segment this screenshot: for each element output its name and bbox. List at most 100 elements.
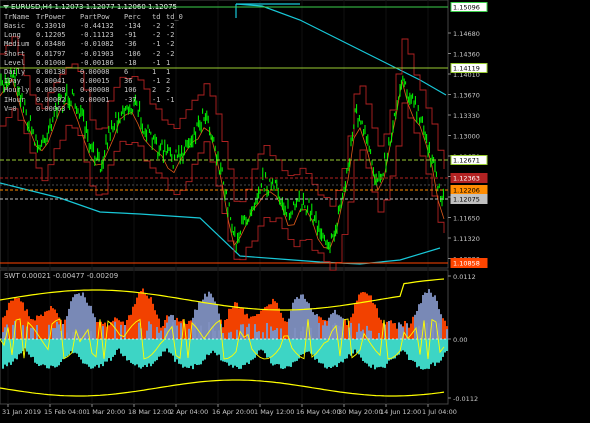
indicator-bar-lower [422,339,424,370]
indicator-bar-lower [320,339,322,364]
channel-line-lower [0,182,441,265]
stats-cell: 0.00015 [80,77,110,86]
stats-cell: 0.01797 [36,49,66,58]
indicator-bar-lower [410,339,412,360]
indicator-bar-lower [388,339,390,361]
stats-cell: 0.00041 [36,77,66,86]
stats-cell: -1 [152,58,161,67]
indicator-bar-slate [198,332,200,339]
indicator-axis[interactable]: 0.0112 0.00 -0.0112 [448,273,478,403]
indicator-tick-label: 0.0112 [453,273,476,281]
indicator-bar-upper [28,316,30,339]
indicator-bar-lower [312,339,314,355]
price-level-label: 1.12075 [453,196,480,204]
indicator-bar-slate [294,327,296,339]
indicator-bar-upper [42,316,44,339]
indicator-bar-lower [60,339,62,362]
indicator-bar-lower [28,339,30,355]
indicator-bar-lower [382,339,384,368]
indicator-bar-lower [66,339,68,357]
indicator-bar-upper [202,299,204,339]
indicator-bar-upper [252,316,254,339]
indicator-bar-lower [434,339,436,366]
price-tick-label: 1.13000 [453,133,480,141]
indicator-bar-slate [102,326,104,339]
stats-cell: -134 [124,22,141,30]
time-axis[interactable]: 31 Jan 2019 15 Feb 04:00 1 Mar 20:00 18 Mar… [2,404,457,416]
indicator-bar-upper [104,322,106,339]
indicator-bar-upper [108,325,110,339]
indicator-bar-lower [152,339,154,364]
indicator-bar-lower [264,339,266,354]
indicator-bar-lower [208,339,210,356]
indicator-bar-upper [290,310,292,339]
indicator-bar-lower [46,339,48,369]
indicator-bar-lower [366,339,368,364]
price-level-label: 1.12671 [453,157,480,165]
stats-cell: -0.01082 [80,40,114,49]
indicator-bar-lower [80,339,82,360]
indicator-bar-slate [180,323,182,339]
indicator-bar-lower [390,339,392,360]
indicator-bar-upper [296,297,298,339]
indicator-bar-lower [254,339,256,358]
indicator-bar-slate [236,329,238,339]
indicator-bar-slate [212,326,214,339]
indicator-bar-upper [380,319,382,339]
indicator-bar-lower [112,339,114,357]
indicator-bar-lower [262,339,264,351]
indicator-bar-upper [298,298,300,339]
indicator-bar-lower [108,339,110,359]
indicator-bar-lower [332,339,334,367]
indicator-bar-lower [334,339,336,366]
price-tick-label: 1.11320 [453,235,480,243]
stats-cell: -18 [124,58,137,67]
indicator-bar-lower [218,339,220,355]
indicator-bar-lower [198,339,200,365]
indicator-bar-lower [150,339,152,367]
indicator-bar-lower [114,339,116,355]
indicator-bar-lower [158,339,160,357]
indicator-bar-lower [302,339,304,355]
indicator-tick-label: 0.00 [453,336,467,344]
indicator-bar-upper [64,319,66,339]
indicator-tick-label: -0.0112 [453,395,478,403]
indicator-bar-lower [166,339,168,349]
indicator-bar-lower [344,339,346,359]
stats-row: Daily 0.00138 0.00008 6 1 1 [0,68,190,77]
indicator-bar-lower [408,339,410,360]
indicator-bar-lower [240,339,242,369]
stats-cell: 1 [152,68,157,76]
indicator-bar-slate [30,327,32,339]
indicator-bar-lower [368,339,370,367]
stats-cell: Level [4,58,26,67]
indicator-bar-lower [148,339,150,364]
indicator-bar-lower [406,339,408,355]
indicator-bar-upper [304,298,306,339]
channel-line-upper [235,3,447,96]
indicator-bar-lower [202,339,204,361]
indicator-bar-slate [156,327,158,339]
indicator-bar-lower [316,339,318,359]
indicator-yellow-lower [0,379,445,397]
indicator-bar-lower [86,339,88,365]
indicator-bar-lower [330,339,332,368]
indicator-bar-slate [188,328,190,339]
trading-chart-window[interactable]: EURUSD,H4 1.12073 1.12077 1.12060 1.1207… [0,0,590,419]
indicator-bar-slate [274,330,276,339]
stats-row: IHour 0.00002 0.00001 -37 -1 -1 [0,96,190,105]
indicator-bar-upper [346,325,348,339]
stats-row: Level 0.01008 -0.00186 -18 -1 1 [0,59,190,68]
indicator-bar-lower [18,339,20,355]
indicator-bar-lower [286,339,288,367]
indicator-bar-lower [354,339,356,350]
indicator-bar-upper [16,298,18,339]
indicator-bar-upper [260,310,262,339]
stats-cell: 0.33010 [36,22,66,30]
stats-cell: Perc [124,13,141,21]
indicator-bar-lower [110,339,112,361]
indicator-bar-upper [390,320,392,339]
indicator-bar-slate [256,331,258,339]
indicator-bar-slate [148,321,150,339]
indicator-bar-lower [88,339,90,367]
